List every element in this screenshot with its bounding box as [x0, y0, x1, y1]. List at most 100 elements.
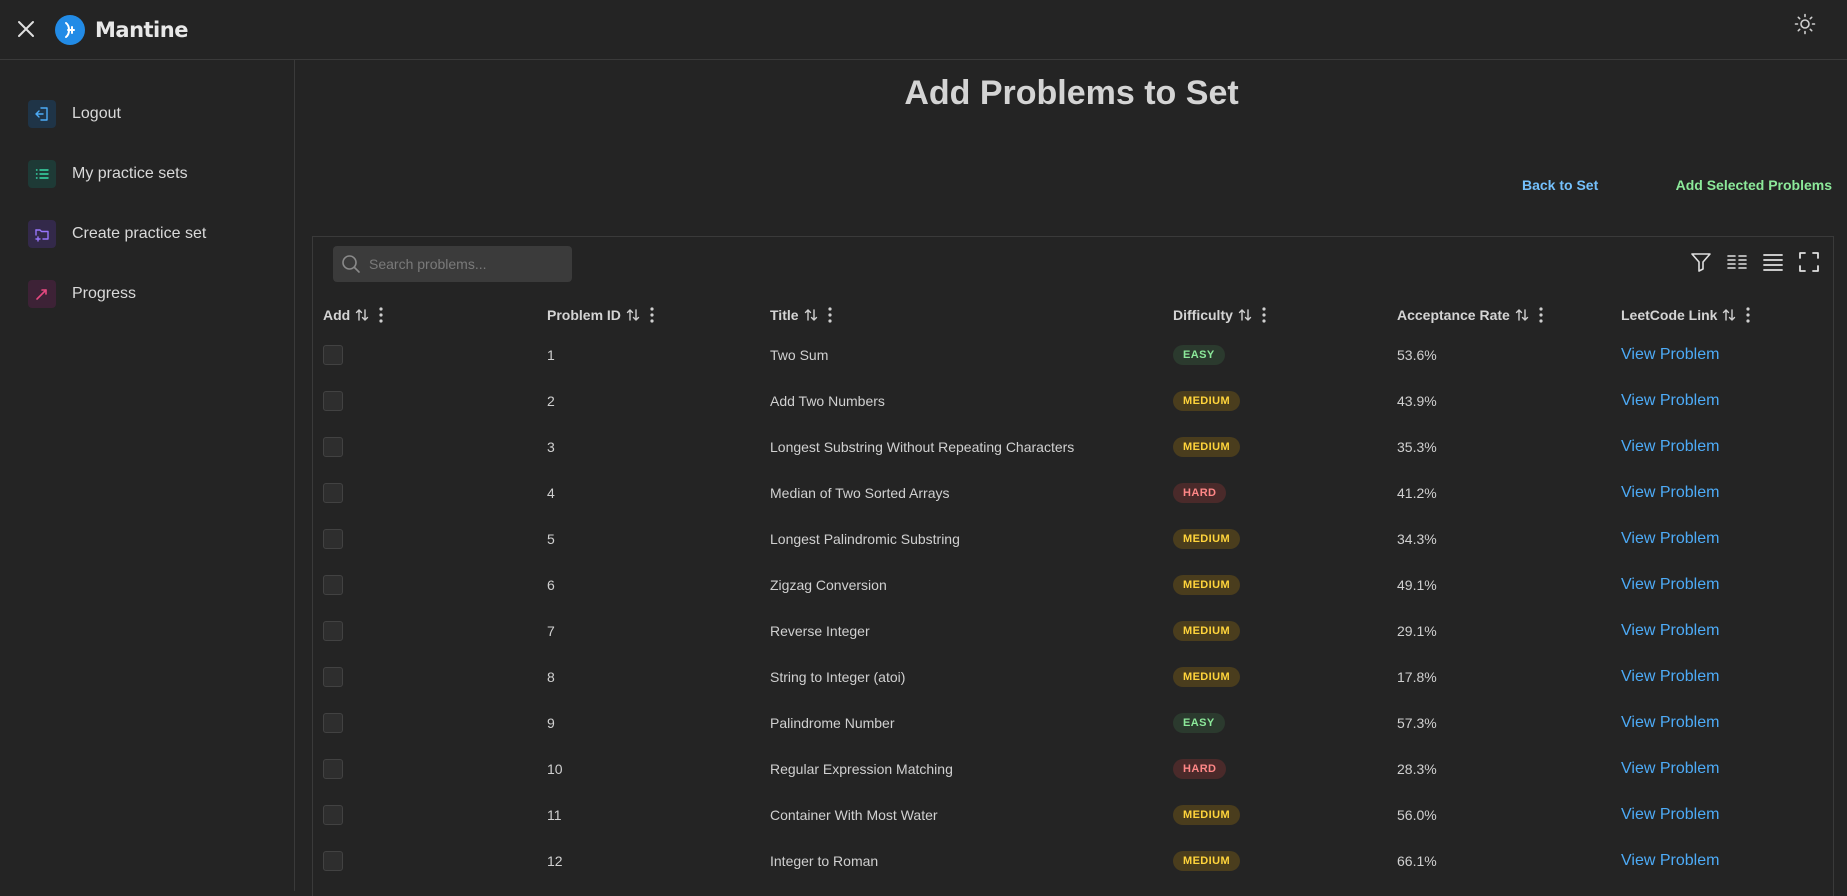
column-menu-icon[interactable]: [1538, 306, 1544, 324]
column-header-label: LeetCode Link: [1621, 307, 1718, 323]
problems-table: Add Problem ID Title Difficulty Acceptance R…: [312, 236, 1834, 896]
header-col-acceptance-rate[interactable]: Acceptance Rate: [1397, 297, 1544, 333]
sidebar-item-label: Progress: [72, 285, 137, 302]
search-field[interactable]: [333, 246, 572, 282]
add-checkbox[interactable]: [323, 391, 343, 411]
view-problem-link[interactable]: View Problem: [1621, 346, 1719, 364]
view-problem-link[interactable]: View Problem: [1621, 760, 1719, 778]
fullscreen-icon[interactable]: [1797, 250, 1821, 274]
add-checkbox[interactable]: [323, 713, 343, 733]
search-input[interactable]: [369, 256, 559, 272]
filter-icon[interactable]: [1689, 250, 1713, 274]
cell-difficulty: HARD: [1173, 746, 1227, 792]
add-checkbox[interactable]: [323, 805, 343, 825]
add-checkbox[interactable]: [323, 483, 343, 503]
table-row: 9 Palindrome Number EASY 57.3% View Problem: [313, 700, 1833, 746]
back-to-set-button[interactable]: Back to Set: [1522, 174, 1598, 196]
cell-acceptance-rate: 53.6%: [1397, 347, 1437, 363]
cell-leetcode-link: View Problem: [1621, 516, 1719, 562]
column-menu-icon[interactable]: [378, 306, 384, 324]
difficulty-badge: MEDIUM: [1173, 621, 1241, 641]
add-checkbox[interactable]: [323, 759, 343, 779]
columns-icon[interactable]: [1725, 250, 1749, 274]
cell-problem-id: 3: [547, 439, 555, 455]
table-row: 11 Container With Most Water MEDIUM 56.0% Vi…: [313, 792, 1833, 838]
add-checkbox[interactable]: [323, 529, 343, 549]
cell-acceptance-rate: 29.1%: [1397, 623, 1437, 639]
cell-difficulty: MEDIUM: [1173, 608, 1241, 654]
search-icon: [342, 255, 360, 273]
add-checkbox[interactable]: [323, 575, 343, 595]
column-menu-icon[interactable]: [649, 306, 655, 324]
view-problem-link[interactable]: View Problem: [1621, 806, 1719, 824]
view-problem-link[interactable]: View Problem: [1621, 622, 1719, 640]
sort-icon[interactable]: [1237, 307, 1253, 323]
brand-logo[interactable]: Mantine: [55, 15, 188, 45]
cell-leetcode-link: View Problem: [1621, 746, 1719, 792]
cell-problem-id: 9: [547, 715, 555, 731]
sun-icon[interactable]: [1794, 13, 1816, 35]
cell-acceptance-rate: 35.3%: [1397, 439, 1437, 455]
cell-problem-id: 12: [547, 853, 563, 869]
sidebar-item-label: Create practice set: [72, 225, 207, 242]
sidebar-item-create-practice-set[interactable]: Create practice set: [16, 212, 279, 256]
add-checkbox[interactable]: [323, 437, 343, 457]
difficulty-badge: EASY: [1173, 345, 1225, 365]
table-row: 6 Zigzag Conversion MEDIUM 49.1% View Proble…: [313, 562, 1833, 608]
sort-icon[interactable]: [354, 307, 370, 323]
sidebar-item-progress[interactable]: Progress: [16, 272, 279, 316]
sidebar-item-label: Logout: [72, 105, 121, 122]
sort-icon[interactable]: [625, 307, 641, 323]
add-checkbox[interactable]: [323, 621, 343, 641]
cell-title: Regular Expression Matching: [770, 761, 953, 777]
add-checkbox[interactable]: [323, 667, 343, 687]
column-menu-icon[interactable]: [827, 306, 833, 324]
column-menu-icon[interactable]: [1745, 306, 1751, 324]
cell-leetcode-link: View Problem: [1621, 608, 1719, 654]
mantine-logo-icon: [55, 15, 85, 45]
column-header-label: Title: [770, 307, 799, 323]
view-problem-link[interactable]: View Problem: [1621, 530, 1719, 548]
cell-add: [323, 562, 343, 608]
difficulty-badge: MEDIUM: [1173, 851, 1241, 871]
density-icon[interactable]: [1761, 250, 1785, 274]
add-checkbox[interactable]: [323, 345, 343, 365]
cell-difficulty: EASY: [1173, 700, 1225, 746]
sort-icon[interactable]: [1514, 307, 1530, 323]
view-problem-link[interactable]: View Problem: [1621, 714, 1719, 732]
sidebar-item-logout[interactable]: Logout: [16, 92, 279, 136]
difficulty-badge: MEDIUM: [1173, 391, 1241, 411]
view-problem-link[interactable]: View Problem: [1621, 576, 1719, 594]
header-col-add[interactable]: Add: [323, 297, 384, 333]
view-problem-link[interactable]: View Problem: [1621, 668, 1719, 686]
sort-icon[interactable]: [1721, 307, 1737, 323]
view-problem-link[interactable]: View Problem: [1621, 438, 1719, 456]
header-col-title[interactable]: Title: [770, 297, 833, 333]
cell-title: Longest Substring Without Repeating Char…: [770, 439, 1075, 455]
add-selected-problems-button[interactable]: Add Selected Problems: [1652, 174, 1832, 196]
cell-acceptance-rate: 28.3%: [1397, 761, 1437, 777]
header-col-problem-id[interactable]: Problem ID: [547, 297, 655, 333]
cell-title: Container With Most Water: [770, 807, 938, 823]
sidebar-item-my-practice-sets[interactable]: My practice sets: [16, 152, 279, 196]
cell-acceptance-rate: 41.2%: [1397, 485, 1437, 501]
difficulty-badge: MEDIUM: [1173, 437, 1241, 457]
view-problem-link[interactable]: View Problem: [1621, 392, 1719, 410]
cell-leetcode-link: View Problem: [1621, 838, 1719, 884]
header-col-leetcode-link[interactable]: LeetCode Link: [1621, 297, 1751, 333]
cell-add: [323, 838, 343, 884]
difficulty-badge: HARD: [1173, 483, 1227, 503]
table-row: 4 Median of Two Sorted Arrays HARD 41.2% Vie…: [313, 470, 1833, 516]
column-menu-icon[interactable]: [1261, 306, 1267, 324]
close-icon[interactable]: [16, 19, 36, 39]
view-problem-link[interactable]: View Problem: [1621, 852, 1719, 870]
header-col-difficulty[interactable]: Difficulty: [1173, 297, 1267, 333]
sort-icon[interactable]: [803, 307, 819, 323]
view-problem-link[interactable]: View Problem: [1621, 484, 1719, 502]
cell-acceptance-rate: 49.1%: [1397, 577, 1437, 593]
add-checkbox[interactable]: [323, 851, 343, 871]
column-header-label: Acceptance Rate: [1397, 307, 1510, 323]
difficulty-badge: MEDIUM: [1173, 529, 1241, 549]
column-header-label: Add: [323, 307, 351, 323]
cell-problem-id: 2: [547, 393, 555, 409]
